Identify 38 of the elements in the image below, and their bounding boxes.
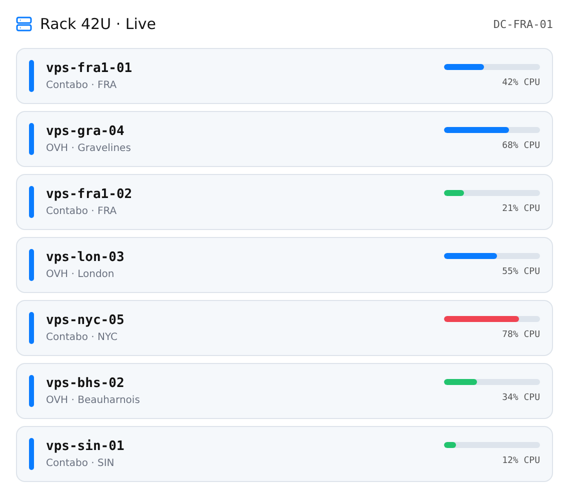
- status-bar: [29, 312, 34, 344]
- server-card[interactable]: vps-fra1-02 Contabo · FRA 21% CPU: [16, 174, 553, 230]
- cpu-reading: 34% CPU: [502, 393, 540, 403]
- server-name: vps-nyc-05: [46, 313, 126, 328]
- server-card[interactable]: vps-bhs-02 OVH · Beauharnois 34% CPU: [16, 363, 553, 419]
- server-provider: Contabo · NYC: [46, 332, 119, 343]
- server-provider: Contabo · FRA: [46, 206, 118, 217]
- cpu-reading: 78% CPU: [502, 330, 540, 340]
- server-card[interactable]: vps-fra1-01 Contabo · FRA 42% CPU: [16, 48, 553, 104]
- server-card[interactable]: vps-sin-01 Contabo · SIN 12% CPU: [16, 426, 553, 482]
- server-provider: OVH · Beauharnois: [46, 395, 141, 406]
- server-card[interactable]: vps-nyc-05 Contabo · NYC 78% CPU: [16, 300, 553, 356]
- rack-title: Rack 42U · Live: [40, 15, 156, 33]
- status-bar: [29, 123, 34, 155]
- datacenter-label: DC-FRA-01: [493, 18, 553, 30]
- cpu-reading: 55% CPU: [502, 267, 540, 277]
- status-bar: [29, 249, 34, 281]
- server-name: vps-lon-03: [46, 250, 126, 265]
- cpu-reading: 12% CPU: [502, 456, 540, 466]
- server-name: vps-gra-04: [46, 124, 126, 139]
- server-name: vps-fra1-02: [46, 187, 134, 202]
- server-icon: [16, 16, 32, 32]
- server-card[interactable]: vps-lon-03 OVH · London 55% CPU: [16, 237, 553, 293]
- cpu-reading: 42% CPU: [502, 78, 540, 88]
- cpu-reading: 68% CPU: [502, 141, 540, 151]
- status-bar: [29, 60, 34, 92]
- server-card[interactable]: vps-gra-04 OVH · Gravelines 68% CPU: [16, 111, 553, 167]
- server-provider: OVH · Gravelines: [46, 143, 132, 154]
- server-provider: OVH · London: [46, 269, 116, 280]
- cpu-reading: 21% CPU: [502, 204, 540, 214]
- status-bar: [29, 438, 34, 470]
- server-provider: Contabo · SIN: [46, 458, 116, 469]
- server-provider: Contabo · FRA: [46, 80, 118, 91]
- server-name: vps-bhs-02: [46, 376, 126, 391]
- status-bar: [29, 186, 34, 218]
- server-name: vps-fra1-01: [46, 61, 134, 76]
- server-name: vps-sin-01: [46, 439, 126, 454]
- status-bar: [29, 375, 34, 407]
